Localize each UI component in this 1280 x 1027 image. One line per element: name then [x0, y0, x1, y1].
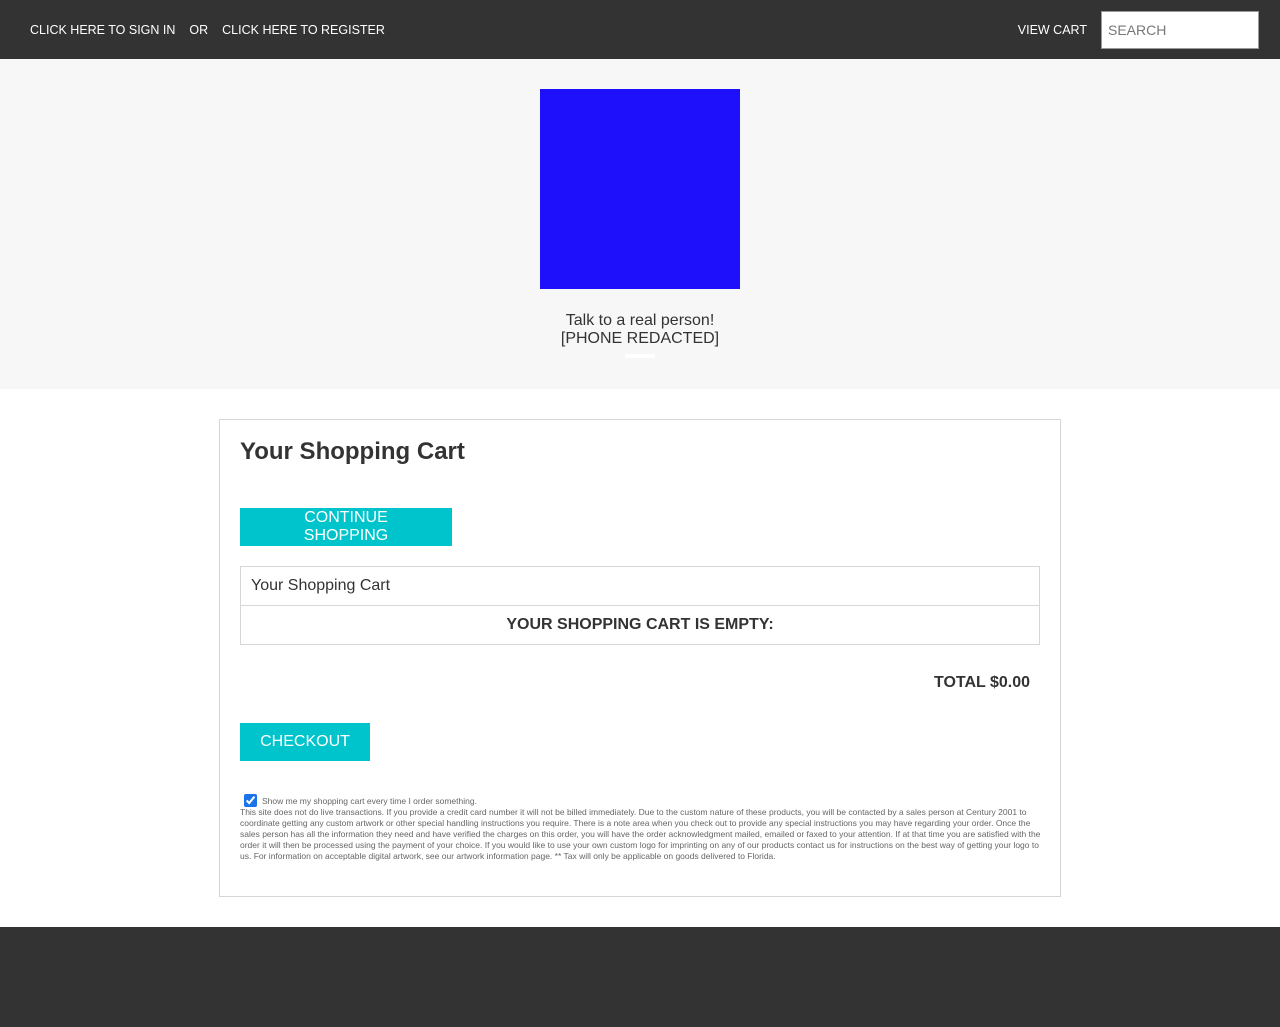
- order-notice: Show me my shopping cart every time I or…: [240, 794, 1042, 862]
- view-cart-link[interactable]: VIEW CART: [1018, 23, 1087, 37]
- table-row: YOUR SHOPPING CART IS EMPTY:: [240, 605, 1040, 645]
- main-content: Your Shopping Cart CONTINUE SHOPPING You…: [0, 389, 1280, 927]
- account-links: CLICK HERE TO SIGN IN OR CLICK HERE TO R…: [30, 23, 385, 37]
- site-footer: [0, 927, 1280, 1027]
- register-link[interactable]: CLICK HERE TO REGISTER: [222, 23, 385, 37]
- sign-in-link[interactable]: CLICK HERE TO SIGN IN: [30, 23, 175, 37]
- show-cart-label[interactable]: Show me my shopping cart every time I or…: [262, 796, 477, 807]
- site-header: Talk to a real person! [PHONE REDACTED]: [0, 59, 1280, 389]
- or-separator: OR: [189, 22, 209, 37]
- site-logo[interactable]: [540, 89, 740, 289]
- contact-phone: [PHONE REDACTED]: [560, 330, 720, 347]
- table-header-cell: Your Shopping Cart: [240, 566, 1040, 606]
- shopping-cart-panel: Your Shopping Cart CONTINUE SHOPPING You…: [219, 419, 1061, 897]
- cart-total: TOTAL $0.00: [933, 674, 1030, 691]
- checkout-button[interactable]: CHECKOUT: [240, 723, 370, 761]
- contact-tagline: Talk to a real person!: [565, 312, 715, 329]
- continue-shopping-button[interactable]: CONTINUE SHOPPING: [240, 508, 452, 546]
- cart-table: Your Shopping Cart YOUR SHOPPING CART IS…: [240, 566, 1040, 645]
- search-input[interactable]: [1101, 10, 1259, 49]
- empty-cart-message: YOUR SHOPPING CART IS EMPTY:: [240, 605, 1040, 645]
- table-header-row: Your Shopping Cart: [240, 566, 1040, 606]
- top-nav-bar: CLICK HERE TO SIGN IN OR CLICK HERE TO R…: [0, 0, 1280, 59]
- show-cart-option: Show me my shopping cart every time I or…: [240, 794, 1042, 807]
- header-divider: [625, 354, 655, 358]
- cart-search-area: VIEW CART: [1018, 10, 1259, 49]
- disclaimer-text: This site does not do live transactions.…: [240, 807, 1041, 861]
- show-cart-checkbox[interactable]: [244, 794, 257, 807]
- contact-info: Talk to a real person! [PHONE REDACTED]: [0, 312, 1280, 348]
- page-title: Your Shopping Cart: [240, 438, 465, 465]
